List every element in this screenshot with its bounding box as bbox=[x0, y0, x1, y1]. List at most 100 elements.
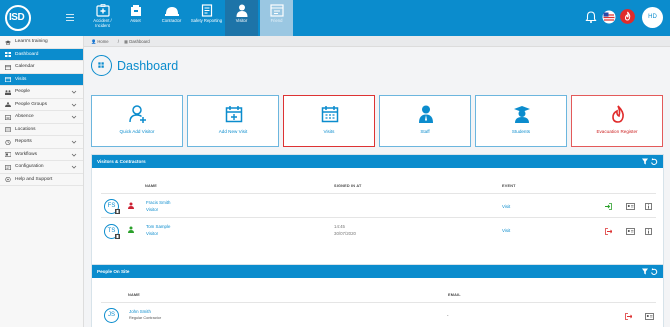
panel-title: People On Site bbox=[97, 269, 130, 274]
breadcrumb-separator: / bbox=[117, 39, 119, 44]
breadcrumb-current-label: Dashboard bbox=[129, 39, 150, 44]
sidebar-item-visits[interactable]: Visits bbox=[0, 73, 83, 86]
sign-out-icon[interactable] bbox=[605, 228, 612, 235]
chevron-down-icon[interactable] bbox=[71, 114, 77, 120]
evacuation-alert-icon[interactable] bbox=[620, 9, 635, 24]
tile-label: Quick Add Visitor bbox=[119, 129, 155, 134]
event-link[interactable]: Visit bbox=[502, 204, 510, 209]
avatar: JS bbox=[104, 308, 119, 323]
people-on-site-panel: People On Site NAME EMAIL JS John Smith … bbox=[91, 264, 664, 327]
tile-label: Staff bbox=[420, 129, 430, 134]
tile-quick-add-visitor[interactable]: Quick Add Visitor bbox=[91, 95, 183, 147]
help-icon bbox=[5, 177, 11, 182]
module-label: Contractor bbox=[161, 18, 182, 23]
filter-icon[interactable] bbox=[642, 268, 648, 275]
module-friend[interactable]: Friend bbox=[260, 0, 293, 36]
asset-icon bbox=[130, 5, 141, 16]
tile-staff[interactable]: Staff bbox=[379, 95, 471, 147]
language-flag-icon[interactable] bbox=[602, 10, 616, 24]
visitor-name[interactable]: Tom Sample bbox=[146, 224, 170, 229]
tile-label: Add New Visit bbox=[218, 129, 248, 134]
menu-toggle-icon[interactable] bbox=[66, 14, 74, 21]
reports-icon bbox=[5, 139, 11, 145]
tile-add-new-visit[interactable]: Add New Visit bbox=[187, 95, 279, 147]
sidebar-item-label: People Groups bbox=[15, 101, 47, 107]
panel-title: Visitors & Contractors bbox=[97, 159, 146, 164]
sidebar-item-label: Learn's training bbox=[15, 39, 48, 44]
sidebar-item-absence[interactable]: Absence bbox=[0, 111, 83, 124]
calendar-add-icon bbox=[225, 106, 243, 123]
hard-hat-icon bbox=[164, 7, 179, 16]
sidebar-item-label: People bbox=[15, 89, 30, 94]
dashboard-icon bbox=[5, 52, 11, 57]
filter-refresh-icons[interactable] bbox=[642, 268, 658, 275]
info-icon[interactable] bbox=[645, 228, 652, 235]
page-title: Dashboard bbox=[117, 59, 179, 73]
tile-students[interactable]: Students bbox=[475, 95, 567, 147]
person-type: Regular Contractor bbox=[129, 316, 162, 320]
sidebar-item-label: Dashboard bbox=[15, 51, 39, 57]
sidebar-item-dashboard[interactable]: Dashboard bbox=[0, 48, 83, 61]
signed-in-date: 30/07/2020 bbox=[334, 231, 356, 236]
module-contractor[interactable]: Contractor bbox=[155, 0, 188, 36]
breadcrumb-current: ▦ Dashboard bbox=[124, 39, 150, 44]
sidebar-item-locations[interactable]: Locations bbox=[0, 124, 83, 136]
tile-label: Evacuation Register bbox=[596, 129, 638, 134]
notifications-bell-icon[interactable] bbox=[584, 10, 598, 24]
breadcrumb-home[interactable]: 👤 Home bbox=[91, 39, 113, 44]
chevron-down-icon[interactable] bbox=[71, 164, 77, 170]
person-name[interactable]: John Smith bbox=[129, 309, 151, 314]
badge-icon bbox=[115, 209, 120, 214]
sidebar-item-reports[interactable]: Reports bbox=[0, 136, 83, 149]
id-card-icon[interactable] bbox=[626, 203, 635, 210]
sidebar-item-calendar[interactable]: Calendar bbox=[0, 61, 83, 74]
column-header-name: NAME bbox=[128, 293, 140, 297]
module-label: Safety Reporting bbox=[190, 18, 223, 23]
tile-evacuation-register[interactable]: Evacuation Register bbox=[571, 95, 663, 147]
sidebar-item-label: Visits bbox=[15, 76, 27, 82]
configuration-icon bbox=[5, 164, 11, 170]
main-content: 👤 Home / ▦ Dashboard Dashboard Quick Add… bbox=[84, 36, 670, 327]
chevron-down-icon[interactable] bbox=[71, 139, 77, 145]
user-avatar[interactable]: HD bbox=[642, 7, 663, 28]
event-link[interactable]: Visit bbox=[502, 228, 510, 233]
quick-action-tiles: Quick Add Visitor Add New Visit Visits S… bbox=[91, 95, 664, 155]
people-groups-icon bbox=[5, 102, 11, 107]
chevron-down-icon[interactable] bbox=[71, 89, 77, 95]
sidebar-item-workflows[interactable]: Workflows bbox=[0, 149, 83, 161]
sidebar-item-people[interactable]: People bbox=[0, 86, 83, 99]
module-label: Visitor bbox=[235, 18, 248, 23]
module-asset[interactable]: Asset bbox=[119, 0, 152, 36]
table-row[interactable]: JS John Smith Regular Contractor - bbox=[101, 302, 656, 327]
absence-icon bbox=[5, 114, 11, 120]
table-row[interactable]: TS Tom Sample Visitor 14:45 30/07/2020 V… bbox=[101, 217, 656, 243]
fire-icon bbox=[612, 105, 624, 123]
sidebar-item-help-and-support[interactable]: Help and Support bbox=[0, 174, 83, 186]
module-accident-incident[interactable]: Accident / Incident bbox=[86, 0, 119, 36]
chevron-down-icon[interactable] bbox=[71, 102, 77, 108]
tile-visits[interactable]: Visits bbox=[283, 95, 375, 147]
panel-header: People On Site bbox=[92, 265, 663, 278]
sidebar-item-learns-training[interactable]: Learn's training bbox=[0, 36, 83, 49]
id-card-icon[interactable] bbox=[626, 228, 635, 235]
filter-icon[interactable] bbox=[642, 158, 648, 165]
module-visitor[interactable]: Visitor bbox=[225, 0, 258, 36]
sidebar-item-configuration[interactable]: Configuration bbox=[0, 161, 83, 174]
module-safety-reporting[interactable]: Safety Reporting bbox=[190, 0, 223, 36]
chevron-down-icon[interactable] bbox=[71, 152, 77, 158]
app-logo[interactable]: ISD bbox=[5, 5, 35, 31]
friend-icon bbox=[269, 4, 284, 17]
sidebar: Learn's training Dashboard Calendar Visi… bbox=[0, 36, 84, 327]
sidebar-item-people-groups[interactable]: People Groups bbox=[0, 99, 83, 111]
filter-refresh-icons[interactable] bbox=[642, 158, 658, 165]
id-card-icon[interactable] bbox=[645, 313, 654, 320]
dashboard-title-icon bbox=[91, 55, 112, 76]
table-row[interactable]: FS Fracis Smith Visitor Visit bbox=[101, 193, 656, 217]
add-person-icon bbox=[129, 105, 146, 123]
staff-icon bbox=[419, 105, 433, 123]
info-icon[interactable] bbox=[645, 203, 652, 210]
sign-out-icon[interactable] bbox=[625, 313, 632, 320]
calendar-icon bbox=[5, 64, 11, 70]
sign-in-icon[interactable] bbox=[605, 203, 612, 210]
visitor-name[interactable]: Fracis Smith bbox=[146, 200, 170, 205]
